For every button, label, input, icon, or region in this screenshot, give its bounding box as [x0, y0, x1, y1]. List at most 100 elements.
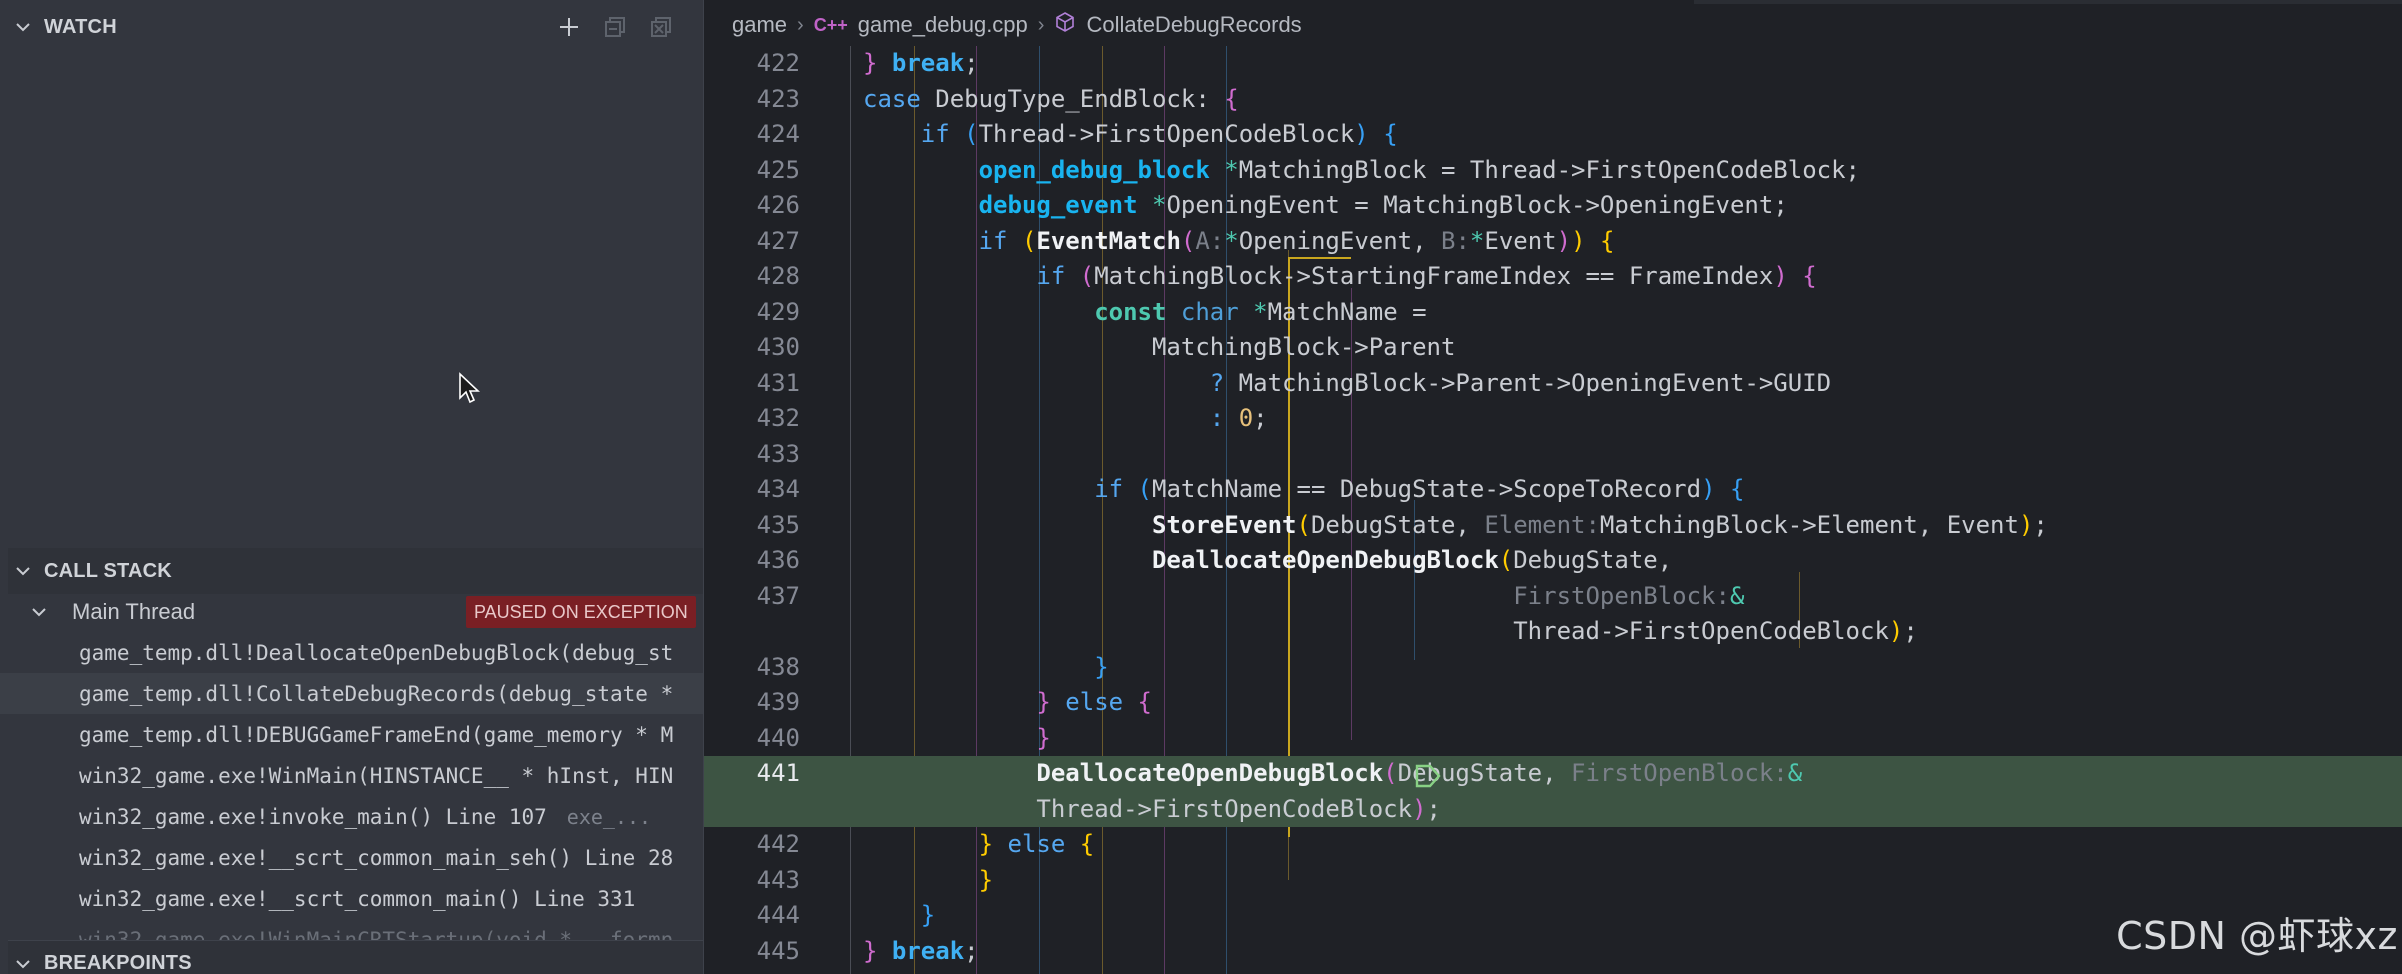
call-stack-frame[interactable]: win32_game.exe!__scrt_common_main() Line…: [0, 878, 703, 919]
code-line[interactable]: 429 const char *MatchName =: [704, 295, 2402, 331]
chevron-down-icon[interactable]: [8, 4, 38, 50]
remove-all-icon[interactable]: [647, 13, 675, 41]
call-stack-frame[interactable]: win32_game.exe!__scrt_common_main_seh() …: [0, 837, 703, 878]
code-line[interactable]: 427 if (EventMatch(A:*OpeningEvent, B:*E…: [704, 224, 2402, 260]
watch-title: WATCH: [44, 15, 117, 38]
code-line[interactable]: 443 }: [704, 863, 2402, 899]
line-number: 433: [756, 439, 800, 468]
code-line[interactable]: Thread->FirstOpenCodeBlock);: [704, 614, 2402, 650]
code-line[interactable]: 439 } else {: [704, 685, 2402, 721]
code-text: open_debug_block *MatchingBlock = Thread…: [978, 155, 1861, 184]
plus-icon[interactable]: [555, 13, 583, 41]
call-stack-title: CALL STACK: [44, 559, 172, 582]
code-text: }: [978, 865, 994, 894]
code-text: } break;: [863, 49, 979, 77]
code-line[interactable]: 423 case DebugType_EndBlock: {: [704, 82, 2402, 118]
breadcrumb: game › C++ game_debug.cpp › CollateDebug…: [704, 0, 2402, 50]
line-number: 443: [756, 865, 800, 894]
watch-actions: [555, 4, 675, 50]
code-text: : 0;: [1209, 404, 1268, 432]
code-line[interactable]: 437 FirstOpenBlock:&: [704, 579, 2402, 615]
code-text: MatchingBlock->Parent: [863, 333, 1456, 361]
line-number: 424: [756, 120, 800, 148]
code-line[interactable]: 436 DeallocateOpenDebugBlock(DebugState,: [704, 543, 2402, 579]
line-number: 431: [756, 368, 800, 397]
code-text: if (Thread->FirstOpenCodeBlock) {: [920, 120, 1398, 148]
current-execution-line[interactable]: Thread->FirstOpenCodeBlock);: [704, 791, 2402, 827]
call-stack-frame[interactable]: win32_game.exe!WinMain(HINSTANCE__ * hIn…: [0, 755, 703, 796]
code-line[interactable]: 432 : 0;: [704, 401, 2402, 437]
code-text: DeallocateOpenDebugBlock(DebugState,: [1151, 546, 1673, 574]
call-stack-section-header[interactable]: CALL STACK: [8, 548, 703, 594]
code-text: DeallocateOpenDebugBlock(DebugState, Fir…: [1036, 759, 1803, 787]
code-line[interactable]: 433: [704, 437, 2402, 473]
line-number: 430: [756, 333, 800, 361]
line-number: 426: [756, 191, 800, 219]
line-number: 434: [756, 475, 800, 503]
code-line[interactable]: 422 } break;: [704, 46, 2402, 82]
frame-label: game_temp.dll!DeallocateOpenDebugBlock(d…: [79, 640, 674, 665]
code-line[interactable]: 425 open_debug_block *MatchingBlock = Th…: [704, 153, 2402, 189]
chevron-right-icon: ›: [1037, 13, 1045, 36]
method-icon: [1054, 11, 1076, 39]
code-text: ? MatchingBlock->Parent->OpeningEvent->G…: [1209, 368, 1832, 397]
line-number: 442: [756, 830, 800, 858]
call-stack-frame[interactable]: win32_game.exe!invoke_main() Line 107 exe…: [0, 796, 703, 837]
breakpoints-section-header[interactable]: BREAKPOINTS: [8, 940, 703, 974]
line-number: 422: [756, 49, 800, 77]
breakpoints-title: BREAKPOINTS: [44, 952, 192, 974]
code-line[interactable]: 431 ? MatchingBlock->Parent->OpeningEven…: [704, 366, 2402, 402]
paused-status-badge: PAUSED ON EXCEPTION: [466, 596, 696, 628]
breadcrumb-symbol[interactable]: CollateDebugRecords: [1086, 12, 1301, 38]
line-number: 444: [756, 901, 800, 929]
code-text: if (EventMatch(A:*OpeningEvent, B:*Event…: [978, 226, 1615, 255]
code-line[interactable]: 428 if (MatchingBlock->StartingFrameInde…: [704, 259, 2402, 295]
line-number: 429: [756, 297, 800, 326]
frame-label: game_temp.dll!DEBUGGameFrameEnd(game_mem…: [79, 722, 674, 747]
code-text: } else {: [1036, 688, 1152, 716]
frame-module: exe_...: [566, 804, 652, 829]
code-line[interactable]: 430 MatchingBlock->Parent: [704, 330, 2402, 366]
code-line[interactable]: 424 if (Thread->FirstOpenCodeBlock) {: [704, 117, 2402, 153]
breadcrumb-folder[interactable]: game: [732, 12, 787, 38]
code-line[interactable]: 435 StoreEvent(DebugState, Element:Match…: [704, 508, 2402, 544]
line-number: 438: [756, 652, 800, 681]
code-text: }: [1036, 723, 1051, 752]
code-line[interactable]: 440 }: [704, 721, 2402, 757]
line-number: 435: [756, 510, 800, 539]
chevron-down-icon[interactable]: [8, 548, 38, 594]
call-stack-frame[interactable]: game_temp.dll!CollateDebugRecords(debug_…: [0, 673, 703, 714]
watermark: CSDN @虾球xz: [2116, 914, 2398, 958]
thread-row[interactable]: Main Thread PAUSED ON EXCEPTION: [8, 590, 703, 634]
collapse-all-icon[interactable]: [601, 13, 629, 41]
code-line[interactable]: 434 if (MatchName == DebugState->ScopeTo…: [704, 472, 2402, 508]
code-text: StoreEvent(DebugState, Element:MatchingB…: [1151, 510, 2048, 539]
code-line[interactable]: 442 } else {: [704, 827, 2402, 863]
chevron-right-icon: ›: [797, 13, 804, 36]
breadcrumb-file[interactable]: game_debug.cpp: [858, 12, 1028, 38]
code-line[interactable]: 438 }: [704, 650, 2402, 686]
chevron-down-icon[interactable]: [8, 941, 38, 974]
code-text: }: [920, 901, 936, 929]
current-execution-line[interactable]: 441 DeallocateOpenDebugBlock(DebugState,…: [704, 756, 2402, 792]
line-number: 445: [756, 936, 800, 965]
frame-label: win32_game.exe!invoke_main() Line 107: [79, 804, 547, 829]
frame-label: game_temp.dll!CollateDebugRecords(debug_…: [79, 681, 674, 706]
frame-label: win32_game.exe!__scrt_common_main() Line…: [79, 886, 636, 911]
watch-section-header[interactable]: WATCH: [8, 4, 703, 50]
code-text: } else {: [978, 830, 1095, 858]
line-number: 436: [756, 546, 800, 574]
call-stack-frame[interactable]: game_temp.dll!DeallocateOpenDebugBlock(d…: [0, 632, 703, 673]
line-number: 439: [756, 688, 800, 716]
code-editor[interactable]: game › C++ game_debug.cpp › CollateDebug…: [704, 0, 2402, 974]
debug-sidebar: WATCH CALL STACK Main Thread PAUSED ON E…: [0, 0, 703, 974]
code-text: } break;: [863, 936, 979, 965]
code-line[interactable]: 426 debug_event *OpeningEvent = Matching…: [704, 188, 2402, 224]
chevron-down-icon[interactable]: [30, 603, 60, 621]
call-stack-frame[interactable]: game_temp.dll!DEBUGGameFrameEnd(game_mem…: [0, 714, 703, 755]
code-text: if (MatchName == DebugState->ScopeToReco…: [1094, 475, 1745, 503]
line-number: 428: [756, 262, 800, 290]
cpp-file-icon: C++: [813, 14, 848, 35]
line-number: 440: [756, 723, 800, 752]
code-text: Thread->FirstOpenCodeBlock);: [863, 617, 1918, 645]
